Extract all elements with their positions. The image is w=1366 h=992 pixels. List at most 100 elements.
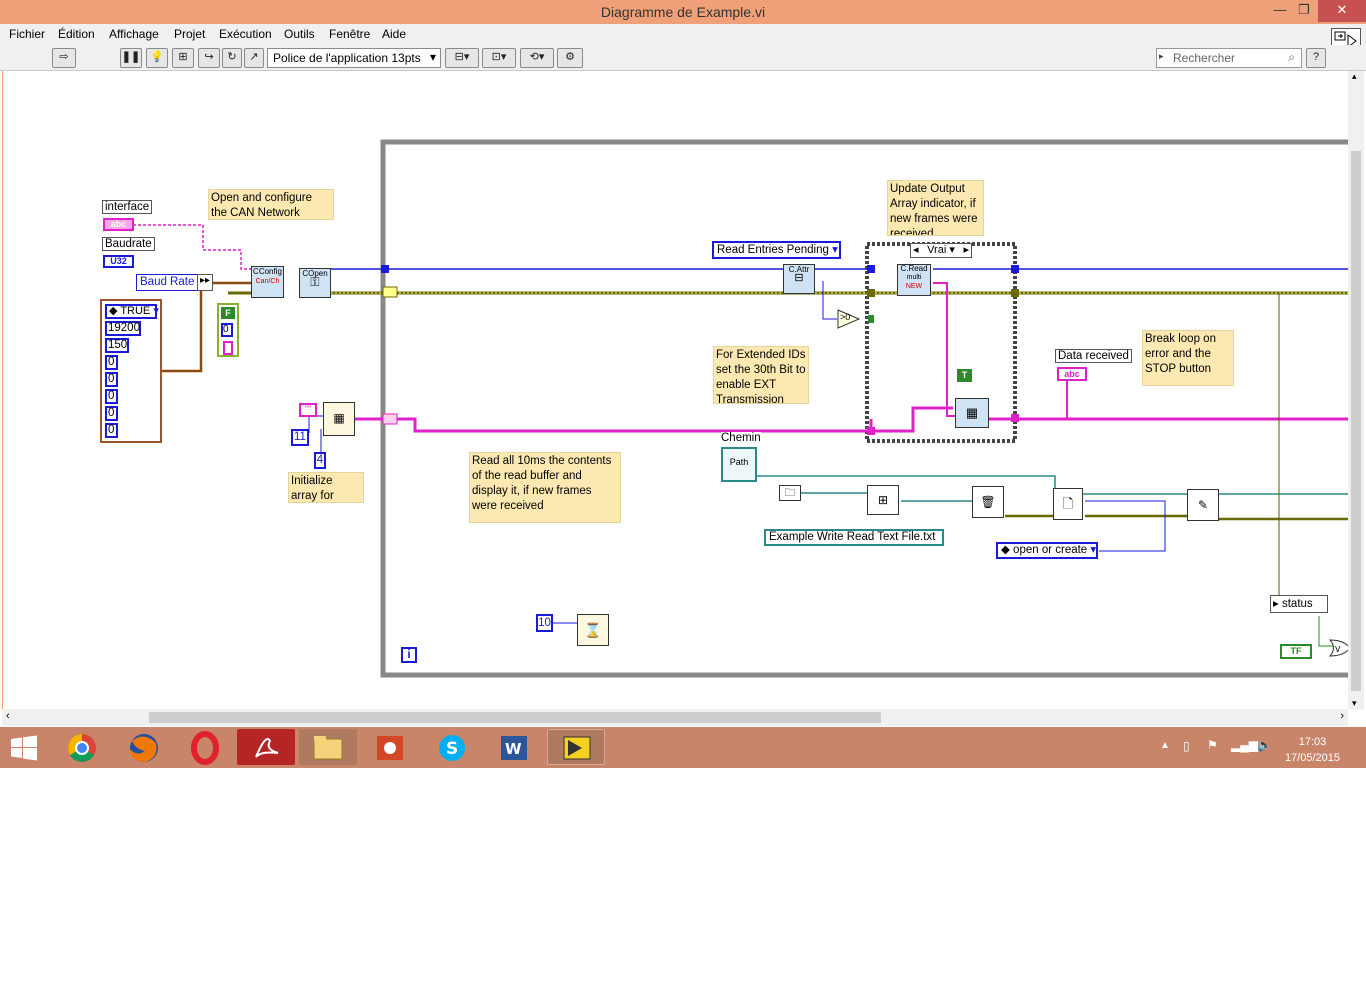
search-icon[interactable]: ⌕ bbox=[1288, 50, 1295, 65]
cluster-constant[interactable]: ◆ TRUE ▾ 19200 150 0 0 0 0 0 bbox=[100, 299, 162, 443]
chevron-left-icon[interactable]: ◂ bbox=[913, 244, 919, 257]
menu-aide[interactable]: Aide bbox=[382, 27, 406, 41]
can-open-vi[interactable]: COpen ⚿ bbox=[299, 268, 331, 298]
numeric-11-constant[interactable]: 11 bbox=[291, 429, 309, 446]
status-unbundle[interactable]: ▸ status bbox=[1270, 595, 1328, 613]
svg-text:V: V bbox=[1335, 645, 1341, 654]
retain-wire-values-icon[interactable]: ⊞ bbox=[172, 48, 194, 68]
block-diagram[interactable]: interface abc Baudrate U32 Baud Rate ▸▸ … bbox=[2, 71, 1348, 709]
chevron-down-icon: ▾ bbox=[429, 50, 436, 64]
initialize-array-icon[interactable]: ▦ bbox=[323, 402, 355, 436]
cluster-enum-true[interactable]: ◆ TRUE ▾ bbox=[105, 304, 159, 319]
cluster-value-19200[interactable]: 19200 bbox=[105, 321, 141, 336]
can-read-vi[interactable]: C.Read multi NEW bbox=[897, 264, 931, 296]
false-constant[interactable]: F bbox=[221, 307, 235, 319]
build-path-icon[interactable]: ⊞ bbox=[867, 485, 899, 515]
scroll-down-icon[interactable]: ▾ bbox=[1352, 698, 1357, 709]
show-hidden-icons[interactable]: ▲ bbox=[1160, 740, 1170, 751]
network-icon[interactable]: ▂▄▆ bbox=[1231, 738, 1258, 752]
vertical-scrollbar[interactable]: ▴ ▾ bbox=[1348, 71, 1364, 709]
horizontal-scroll-thumb[interactable] bbox=[149, 712, 881, 723]
path-control[interactable]: Path bbox=[721, 447, 757, 482]
cluster-value-zero[interactable]: 0 bbox=[105, 406, 118, 421]
windows-start-icon[interactable] bbox=[10, 735, 38, 761]
clean-diagram-icon[interactable]: ⇨ bbox=[52, 48, 76, 68]
search-input[interactable]: Rechercher ▸ ⌕ bbox=[1156, 48, 1302, 68]
menu-fichier[interactable]: Fichier bbox=[9, 27, 45, 41]
powerpoint-icon[interactable] bbox=[361, 729, 419, 765]
file-name-constant[interactable]: Example Write Read Text File.txt bbox=[764, 529, 944, 546]
folder-path-icon[interactable]: 🗀 bbox=[779, 485, 801, 501]
open-file-icon[interactable]: 🗋 bbox=[1053, 488, 1083, 520]
baud-rate-bundle[interactable]: Baud Rate bbox=[136, 274, 198, 291]
menu-outils[interactable]: Outils bbox=[284, 27, 315, 41]
opera-icon[interactable] bbox=[176, 729, 234, 765]
step-over-icon[interactable]: ↻ bbox=[222, 48, 242, 68]
index-value[interactable]: 0 bbox=[221, 323, 233, 337]
maximize-button[interactable]: ❐ bbox=[1290, 0, 1318, 22]
can-config-vi[interactable]: CConfig Can/Ch bbox=[251, 266, 284, 298]
menu-affichage[interactable]: Affichage bbox=[109, 27, 159, 41]
boolean-array-constant[interactable]: F 0 bbox=[217, 303, 239, 357]
greater-than-zero-node[interactable]: >0 bbox=[837, 309, 861, 329]
cluster-value-zero[interactable]: 0 bbox=[105, 372, 118, 387]
cluster-value-150[interactable]: 150 bbox=[105, 338, 129, 353]
stop-button-terminal[interactable]: TF bbox=[1280, 644, 1312, 659]
case-selector[interactable]: ◂ Vrai ▾ ▸ bbox=[910, 243, 972, 258]
step-out-icon[interactable]: ↗ bbox=[244, 48, 264, 68]
key-icon: ⚿ bbox=[310, 275, 320, 289]
distribute-objects-icon[interactable]: ⊡▾ bbox=[482, 48, 516, 68]
scroll-right-icon[interactable]: › bbox=[1340, 710, 1344, 722]
file-explorer-icon[interactable] bbox=[299, 729, 357, 765]
system-clock[interactable]: 17:03 17/05/2015 bbox=[1285, 734, 1340, 766]
font-select[interactable]: Police de l'application 13pts ▾ bbox=[267, 48, 441, 68]
read-entries-pending-text: Read Entries Pending bbox=[717, 244, 829, 256]
replace-array-subset-icon[interactable]: ▦ bbox=[955, 398, 989, 428]
menu-execution[interactable]: Exécution bbox=[219, 27, 272, 41]
align-objects-icon[interactable]: ⊟▾ bbox=[445, 48, 479, 68]
chevron-down-icon: ▾ bbox=[949, 244, 955, 256]
cluster-value-zero[interactable]: 0 bbox=[105, 423, 118, 438]
numeric-4-constant[interactable]: 4 bbox=[314, 452, 326, 469]
can-attribute-vi[interactable]: C.Attr ⊟ bbox=[783, 264, 815, 294]
step-into-icon[interactable]: ↪ bbox=[198, 48, 220, 68]
wait-ms-constant[interactable]: 10 bbox=[536, 614, 553, 632]
chevron-right-icon[interactable]: ▸ bbox=[963, 244, 969, 257]
wait-ms-icon[interactable]: ⌛ bbox=[577, 614, 609, 646]
word-icon[interactable]: W bbox=[485, 729, 543, 765]
delete-file-icon[interactable]: 🗑 bbox=[972, 486, 1004, 518]
power-icon[interactable]: ▯ bbox=[1183, 739, 1190, 753]
menu-projet[interactable]: Projet bbox=[174, 27, 205, 41]
true-constant[interactable]: T bbox=[957, 369, 972, 382]
read-entries-pending-enum[interactable]: Read Entries Pending ▾ bbox=[712, 241, 841, 259]
vertical-scroll-thumb[interactable] bbox=[1351, 151, 1361, 691]
pause-icon[interactable]: ❚❚ bbox=[120, 48, 142, 68]
scroll-left-icon[interactable]: ‹ bbox=[6, 710, 10, 722]
action-center-icon[interactable]: ⚑ bbox=[1207, 738, 1218, 752]
cluster-value-zero[interactable]: 0 bbox=[105, 389, 118, 404]
menu-fenetre[interactable]: Fenêtre bbox=[329, 27, 370, 41]
menu-edition[interactable]: Édition bbox=[58, 27, 95, 41]
firefox-icon[interactable] bbox=[115, 729, 173, 765]
baudrate-control[interactable]: U32 bbox=[103, 255, 134, 268]
reorder-icon[interactable]: ⟲▾ bbox=[520, 48, 554, 68]
interface-control[interactable]: abc bbox=[103, 218, 134, 231]
empty-string-constant[interactable]: "" bbox=[299, 403, 317, 417]
open-mode-enum[interactable]: ◆ open or create ▾ bbox=[996, 542, 1098, 559]
highlight-execution-icon[interactable]: 💡 bbox=[146, 48, 168, 68]
horizontal-scrollbar[interactable]: ‹ › bbox=[2, 709, 1348, 726]
scroll-up-icon[interactable]: ▴ bbox=[1352, 71, 1357, 82]
data-received-indicator[interactable]: abc bbox=[1057, 367, 1087, 381]
can-config-text: CConfig bbox=[253, 267, 282, 276]
volume-icon[interactable]: 🔈 bbox=[1257, 738, 1272, 752]
status-label: status bbox=[1281, 598, 1313, 610]
write-text-file-icon[interactable]: ✎ bbox=[1187, 489, 1219, 521]
help-icon[interactable]: ? bbox=[1306, 48, 1326, 68]
chrome-icon[interactable] bbox=[53, 729, 111, 765]
labview-icon[interactable] bbox=[547, 729, 605, 765]
close-button[interactable]: ✕ bbox=[1318, 0, 1366, 22]
skype-icon[interactable]: S bbox=[423, 729, 481, 765]
cluster-value-zero[interactable]: 0 bbox=[105, 355, 118, 370]
acrobat-icon[interactable] bbox=[237, 729, 295, 765]
diagram-tools-icon[interactable]: ⚙ bbox=[557, 48, 583, 68]
